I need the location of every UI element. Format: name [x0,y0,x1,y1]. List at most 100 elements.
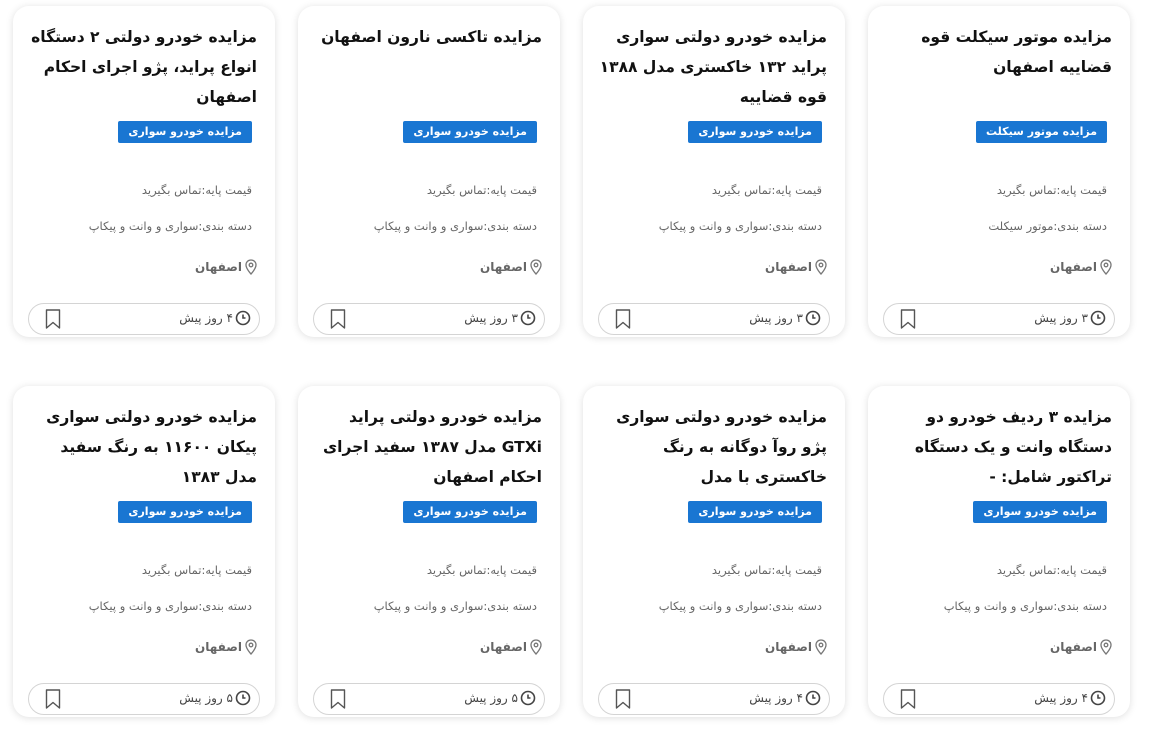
base-price: قیمت پایه:تماس بگیرید [426,183,537,197]
category-label: دسته بندی:سواری و وانت و پیکاپ [88,219,252,233]
location: اصفهان [1050,259,1112,275]
card-title[interactable]: مزایده خودرو دولتی سواری پژو روآ دوگانه … [599,402,827,492]
auction-card[interactable]: مزایده خودرو دولتی پراید GTXi مدل ۱۳۸۷ س… [298,386,560,717]
card-title[interactable]: مزایده خودرو دولتی پراید GTXi مدل ۱۳۸۷ س… [314,402,542,492]
posted-time-label: ۴ روز پیش [1034,691,1088,705]
bookmark-icon[interactable] [615,309,631,329]
posted-time-label: ۵ روز پیش [179,691,233,705]
clock-icon [235,690,251,706]
base-price: قیمت پایه:تماس بگیرید [996,563,1107,577]
category-label: دسته بندی:سواری و وانت و پیکاپ [943,599,1107,613]
clock-icon [1090,690,1106,706]
clock-icon [520,310,536,326]
clock-icon [1090,310,1106,326]
category-label: دسته بندی:سواری و وانت و پیکاپ [373,599,537,613]
location-label: اصفهان [479,640,527,654]
category-label: دسته بندی:سواری و وانت و پیکاپ [658,219,822,233]
category-badge[interactable]: مزایده خودرو سواری [973,501,1107,523]
bookmark-icon[interactable] [900,689,916,709]
card-footer: ۴ روز پیش [28,303,260,335]
auction-card[interactable]: مزایده تاکسی نارون اصفهان مزایده خودرو س… [298,6,560,337]
location: اصفهان [765,259,827,275]
bookmark-icon[interactable] [330,309,346,329]
location-pin-icon [1100,259,1112,275]
auction-card[interactable]: مزایده خودرو دولتی سواری پیکان ۱۱۶۰۰ به … [13,386,275,717]
posted-time: ۵ روز پیش [179,690,251,706]
card-footer: ۳ روز پیش [598,303,830,335]
location: اصفهان [195,639,257,655]
category-badge[interactable]: مزایده خودرو سواری [118,121,252,143]
location-label: اصفهان [1049,260,1097,274]
posted-time: ۴ روز پیش [179,310,251,326]
posted-time: ۴ روز پیش [1034,690,1106,706]
card-title[interactable]: مزایده ۳ ردیف خودرو دو دستگاه وانت و یک … [884,402,1112,492]
posted-time-label: ۵ روز پیش [464,691,518,705]
location-pin-icon [245,259,257,275]
base-price: قیمت پایه:تماس بگیرید [141,183,252,197]
base-price: قیمت پایه:تماس بگیرید [996,183,1107,197]
posted-time-label: ۳ روز پیش [464,311,518,325]
posted-time-label: ۴ روز پیش [749,691,803,705]
category-label: دسته بندی:موتور سیکلت [988,219,1107,233]
location-pin-icon [530,639,542,655]
card-footer: ۵ روز پیش [28,683,260,715]
category-badge[interactable]: مزایده موتور سیکلت [976,121,1107,143]
card-footer: ۳ روز پیش [883,303,1115,335]
card-footer: ۴ روز پیش [598,683,830,715]
auction-card[interactable]: مزایده خودرو دولتی سواری پژو روآ دوگانه … [583,386,845,717]
category-badge[interactable]: مزایده خودرو سواری [403,501,537,523]
category-badge[interactable]: مزایده خودرو سواری [688,121,822,143]
location-label: اصفهان [764,260,812,274]
location-pin-icon [815,639,827,655]
clock-icon [235,310,251,326]
posted-time: ۳ روز پیش [749,310,821,326]
location-pin-icon [815,259,827,275]
clock-icon [805,310,821,326]
posted-time: ۵ روز پیش [464,690,536,706]
category-badge[interactable]: مزایده خودرو سواری [688,501,822,523]
category-badge[interactable]: مزایده خودرو سواری [403,121,537,143]
location: اصفهان [1050,639,1112,655]
location: اصفهان [195,259,257,275]
location: اصفهان [480,259,542,275]
location-label: اصفهان [194,260,242,274]
card-title[interactable]: مزایده خودرو دولتی سواری پیکان ۱۱۶۰۰ به … [29,402,257,492]
location-pin-icon [530,259,542,275]
auction-card[interactable]: مزایده ۳ ردیف خودرو دو دستگاه وانت و یک … [868,386,1130,717]
location: اصفهان [765,639,827,655]
card-title[interactable]: مزایده خودرو دولتی سواری پراید ۱۳۲ خاکست… [599,22,827,112]
location-label: اصفهان [764,640,812,654]
posted-time-label: ۳ روز پیش [1034,311,1088,325]
bookmark-icon[interactable] [330,689,346,709]
auction-card[interactable]: مزایده خودرو دولتی ۲ دستگاه انواع پراید،… [13,6,275,337]
clock-icon [520,690,536,706]
card-title[interactable]: مزایده تاکسی نارون اصفهان [314,22,542,52]
location-label: اصفهان [194,640,242,654]
location-label: اصفهان [479,260,527,274]
posted-time: ۴ روز پیش [749,690,821,706]
posted-time: ۳ روز پیش [1034,310,1106,326]
posted-time: ۳ روز پیش [464,310,536,326]
category-label: دسته بندی:سواری و وانت و پیکاپ [373,219,537,233]
bookmark-icon[interactable] [900,309,916,329]
clock-icon [805,690,821,706]
location: اصفهان [480,639,542,655]
auction-card[interactable]: مزایده موتور سیکلت قوه قضاییه اصفهان مزا… [868,6,1130,337]
base-price: قیمت پایه:تماس بگیرید [426,563,537,577]
card-title[interactable]: مزایده خودرو دولتی ۲ دستگاه انواع پراید،… [29,22,257,112]
category-label: دسته بندی:سواری و وانت و پیکاپ [88,599,252,613]
category-badge[interactable]: مزایده خودرو سواری [118,501,252,523]
card-footer: ۳ روز پیش [313,303,545,335]
location-label: اصفهان [1049,640,1097,654]
card-title[interactable]: مزایده موتور سیکلت قوه قضاییه اصفهان [884,22,1112,82]
bookmark-icon[interactable] [615,689,631,709]
bookmark-icon[interactable] [45,689,61,709]
card-footer: ۵ روز پیش [313,683,545,715]
location-pin-icon [245,639,257,655]
card-footer: ۴ روز پیش [883,683,1115,715]
bookmark-icon[interactable] [45,309,61,329]
auction-card[interactable]: مزایده خودرو دولتی سواری پراید ۱۳۲ خاکست… [583,6,845,337]
location-pin-icon [1100,639,1112,655]
base-price: قیمت پایه:تماس بگیرید [711,563,822,577]
auction-card-grid: مزایده موتور سیکلت قوه قضاییه اصفهان مزا… [0,0,1149,729]
